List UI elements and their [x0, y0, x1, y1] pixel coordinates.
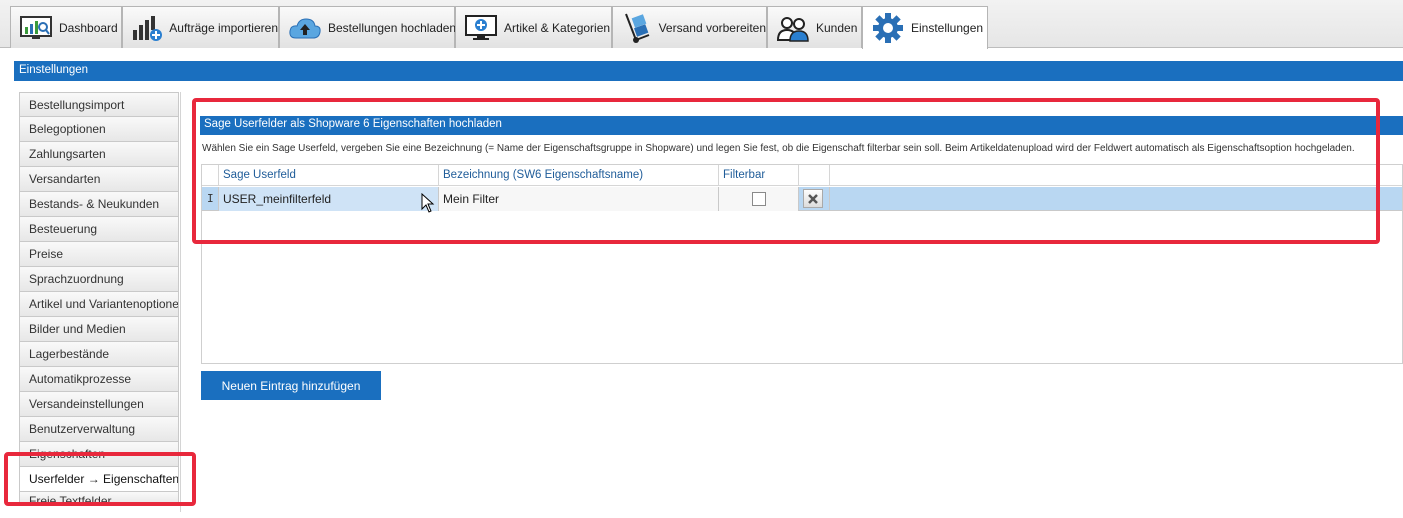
hand-truck-icon: [621, 12, 653, 44]
column-header-sage-userfeld[interactable]: Sage Userfeld: [219, 165, 439, 186]
sidebar-item-freie-textfelder[interactable]: Freie Textfelder: [19, 492, 179, 506]
table-row[interactable]: I USER_meinfilterfeld Mein Filter: [202, 187, 1402, 211]
tab-artikel-kategorien[interactable]: Artikel & Kategorien: [455, 6, 612, 48]
tab-einstellungen[interactable]: Einstellungen: [862, 6, 988, 49]
tab-versand-vorbereiten[interactable]: Versand vorbereiten: [612, 6, 767, 48]
sidebar-item-lagerbestaende[interactable]: Lagerbestände: [19, 342, 179, 367]
main-tab-bar: Dashboard Aufträge importieren Bestellun…: [0, 0, 1403, 49]
tab-auftraege-importieren[interactable]: Aufträge importieren: [122, 6, 279, 48]
settings-sidebar: Bestellungsimport Belegoptionen Zahlungs…: [19, 92, 179, 506]
cell-sage-userfeld[interactable]: USER_meinfilterfeld: [219, 187, 439, 211]
sidebar-item-sprachzuordnung[interactable]: Sprachzuordnung: [19, 267, 179, 292]
bar-chart-plus-icon: [131, 12, 163, 44]
row-handle-header: [202, 165, 219, 186]
tab-label: Bestellungen hochladen: [328, 20, 457, 35]
sidebar-item-versandeinstellungen[interactable]: Versandeinstellungen: [19, 392, 179, 417]
cell-actions: [799, 187, 830, 211]
delete-row-button[interactable]: [803, 189, 823, 208]
column-header-bezeichnung[interactable]: Bezeichnung (SW6 Eigenschaftsname): [439, 165, 719, 186]
tab-label: Kunden: [816, 20, 858, 35]
users-icon: [776, 12, 810, 44]
grid-header: Sage Userfeld Bezeichnung (SW6 Eigenscha…: [202, 165, 1402, 186]
cell-bezeichnung[interactable]: Mein Filter: [439, 187, 719, 211]
add-entry-button[interactable]: Neuen Eintrag hinzufügen: [201, 371, 381, 400]
sidebar-item-besteuerung[interactable]: Besteuerung: [19, 217, 179, 242]
section-title-bar: Einstellungen: [14, 61, 1403, 81]
sidebar-item-bilder-medien[interactable]: Bilder und Medien: [19, 317, 179, 342]
tab-label: Aufträge importieren: [169, 20, 278, 35]
sidebar-item-versandarten[interactable]: Versandarten: [19, 167, 179, 192]
sidebar-item-bestellungsimport[interactable]: Bestellungsimport: [19, 92, 179, 117]
tab-bestellungen-hochladen[interactable]: Bestellungen hochladen: [279, 6, 457, 48]
gear-icon: [871, 12, 905, 44]
userfeld-grid: Sage Userfeld Bezeichnung (SW6 Eigenscha…: [201, 164, 1403, 364]
tab-label: Dashboard: [59, 20, 118, 35]
tab-label: Einstellungen: [911, 21, 984, 35]
sidebar-item-bestands-neukunden[interactable]: Bestands- & Neukunden: [19, 192, 179, 217]
sidebar-item-zahlungsarten[interactable]: Zahlungsarten: [19, 142, 179, 167]
filterbar-checkbox[interactable]: [752, 192, 766, 206]
cloud-upload-icon: [288, 12, 322, 44]
sidebar-item-benutzerverwaltung[interactable]: Benutzerverwaltung: [19, 417, 179, 442]
sidebar-item-automatikprozesse[interactable]: Automatikprozesse: [19, 367, 179, 392]
section-title: Einstellungen: [19, 64, 89, 76]
column-header-filterbar[interactable]: Filterbar: [719, 165, 799, 186]
tab-label: Versand vorbereiten: [658, 20, 766, 35]
sidebar-item-preise[interactable]: Preise: [19, 242, 179, 267]
panel-title: Sage Userfelder als Shopware 6 Eigenscha…: [204, 118, 502, 130]
row-handle[interactable]: I: [202, 187, 219, 211]
tab-label: Artikel & Kategorien: [504, 20, 611, 35]
column-header-actions: [799, 165, 830, 186]
sidebar-item-eigenschaften[interactable]: Eigenschaften: [19, 442, 179, 467]
tab-dashboard[interactable]: Dashboard: [10, 6, 122, 48]
close-icon: [808, 193, 818, 204]
panel-description: Wählen Sie ein Sage Userfeld, vergeben S…: [202, 143, 1355, 154]
tab-kunden[interactable]: Kunden: [767, 6, 862, 48]
panel-title-bar: Sage Userfelder als Shopware 6 Eigenscha…: [200, 116, 1403, 135]
sidebar-item-artikel-variantenoptionen[interactable]: Artikel und Variantenoptionen: [19, 292, 179, 317]
cell-filterbar: [719, 187, 799, 211]
monitor-plus-icon: [464, 12, 498, 44]
dashboard-chart-icon: [19, 12, 53, 44]
sidebar-item-userfelder-eigenschaften[interactable]: Userfelder → Eigenschaften: [19, 467, 179, 492]
sidebar-item-belegoptionen[interactable]: Belegoptionen: [19, 117, 179, 142]
mouse-pointer-icon: [421, 193, 435, 213]
